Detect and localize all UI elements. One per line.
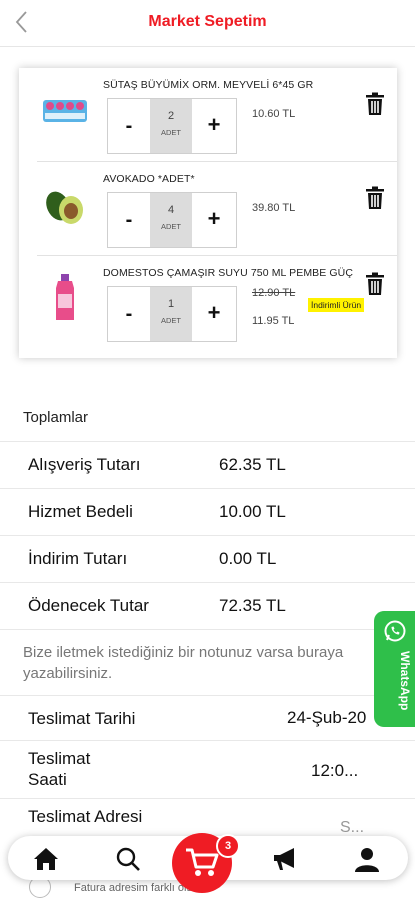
product-image-avocado	[46, 191, 83, 224]
megaphone-icon[interactable]	[272, 846, 298, 872]
cart-icon	[186, 848, 219, 876]
user-icon[interactable]	[354, 846, 380, 872]
product-image-bleach	[56, 274, 74, 320]
cart-items-card: SÜTAŞ BÜYÜMİX ORM. MEYVELİ 6*45 GR - 2 A…	[19, 68, 397, 358]
delivery-time-value: 12:0...	[311, 761, 359, 780]
delivery-time-label: Teslimat Saati	[28, 749, 91, 789]
increase-button[interactable]: +	[192, 99, 236, 153]
delivery-address-row[interactable]: Teslimat Adresi S...	[0, 798, 415, 837]
totals-row-payable: Ödenecek Tutar 72.35 TL	[0, 582, 415, 630]
whatsapp-label: WhatsApp	[398, 651, 412, 711]
quantity-display: 1 ADET	[150, 287, 192, 341]
order-note-input[interactable]: Bize iletmek istediğiniz bir notunuz var…	[23, 642, 363, 684]
trash-icon[interactable]	[365, 186, 385, 210]
totals-row-discount: İndirim Tutarı 0.00 TL	[0, 535, 415, 583]
cart-item: SÜTAŞ BÜYÜMİX ORM. MEYVELİ 6*45 GR - 2 A…	[19, 68, 397, 162]
cart-item: DOMESTOS ÇAMAŞIR SUYU 750 ML PEMBE GÜÇ -…	[19, 256, 397, 350]
whatsapp-icon	[384, 620, 406, 642]
quantity-stepper: - 2 ADET +	[107, 98, 237, 154]
totals-label: Alışveriş Tutarı	[28, 455, 141, 474]
totals-row-service: Hizmet Bedeli 10.00 TL	[0, 488, 415, 536]
quantity-unit: ADET	[160, 222, 181, 231]
quantity-value: 4	[167, 204, 175, 216]
totals-value: 72.35 TL	[219, 596, 286, 615]
whatsapp-button[interactable]: WhatsApp	[374, 611, 415, 727]
discount-badge: İndirimli Ürün	[308, 298, 365, 312]
decrease-button[interactable]: -	[108, 193, 150, 247]
product-name: AVOKADO *ADET*	[103, 173, 195, 185]
product-name: DOMESTOS ÇAMAŞIR SUYU 750 ML PEMBE GÜÇ	[103, 267, 354, 279]
totals-value: 62.35 TL	[219, 455, 286, 474]
divider	[0, 629, 415, 630]
quantity-display: 4 ADET	[150, 193, 192, 247]
delivery-address-label: Teslimat Adresi	[28, 807, 143, 826]
product-price: 10.60 TL	[252, 108, 296, 120]
app-header: Market Sepetim	[0, 0, 415, 47]
decrease-button[interactable]: -	[108, 99, 150, 153]
increase-button[interactable]: +	[192, 287, 236, 341]
increase-button[interactable]: +	[192, 193, 236, 247]
product-price: 39.80 TL	[252, 202, 296, 214]
quantity-unit: ADET	[160, 128, 181, 137]
old-price: 12.90 TL	[252, 287, 296, 299]
totals-title: Toplamlar	[23, 409, 89, 426]
home-icon[interactable]	[33, 846, 59, 872]
quantity-display: 2 ADET	[150, 99, 192, 153]
quantity-unit: ADET	[160, 316, 181, 325]
decrease-button[interactable]: -	[108, 287, 150, 341]
totals-label: İndirim Tutarı	[28, 549, 128, 568]
delivery-date-label: Teslimat Tarihi	[28, 709, 136, 728]
delivery-date-row[interactable]: Teslimat Tarihi 24-Şub-20	[0, 695, 415, 741]
totals-value: 0.00 TL	[219, 549, 277, 568]
totals-row-shopping: Alışveriş Tutarı 62.35 TL	[0, 441, 415, 489]
totals-value: 10.00 TL	[219, 502, 286, 521]
delivery-time-row[interactable]: Teslimat Saati 12:0...	[0, 740, 415, 799]
product-image-yogurt	[43, 100, 87, 122]
totals-label: Hizmet Bedeli	[28, 502, 133, 521]
page-title: Market Sepetim	[148, 13, 267, 30]
search-icon[interactable]	[115, 846, 141, 872]
trash-icon[interactable]	[365, 272, 385, 296]
quantity-stepper: - 1 ADET +	[107, 286, 237, 342]
totals-label: Ödenecek Tutar	[28, 596, 149, 615]
quantity-stepper: - 4 ADET +	[107, 192, 237, 248]
trash-icon[interactable]	[365, 92, 385, 116]
quantity-value: 1	[167, 298, 175, 310]
delivery-address-value: S...	[340, 819, 365, 836]
discounted-price: 11.95 TL	[252, 315, 295, 327]
cart-item: AVOKADO *ADET* - 4 ADET + 39.80 TL	[19, 162, 397, 256]
delivery-date-value: 24-Şub-20	[287, 708, 367, 727]
product-name: SÜTAŞ BÜYÜMİX ORM. MEYVELİ 6*45 GR	[103, 79, 314, 91]
cart-count-badge: 3	[216, 834, 240, 858]
quantity-value: 2	[167, 110, 175, 122]
